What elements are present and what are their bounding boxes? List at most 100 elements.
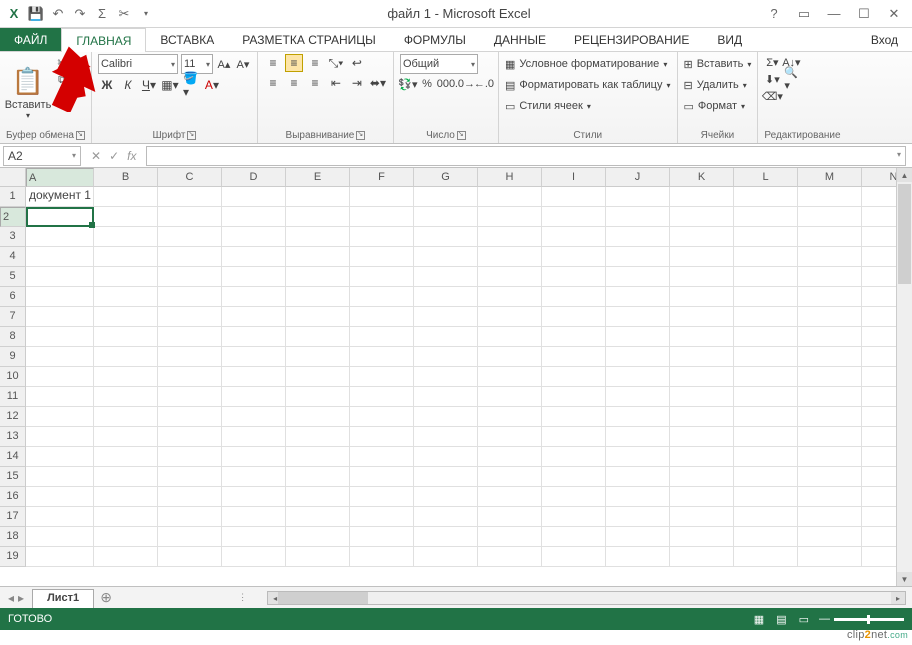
cell[interactable] [542,427,606,447]
cell[interactable] [798,447,862,467]
cell[interactable] [734,367,798,387]
cell[interactable] [158,307,222,327]
column-header[interactable]: E [286,168,350,187]
sign-in-link[interactable]: Вход [857,28,912,51]
cell[interactable] [798,427,862,447]
fx-enter-icon[interactable]: ✓ [109,149,119,163]
cell[interactable] [542,187,606,207]
cell[interactable] [350,447,414,467]
cell[interactable] [350,327,414,347]
conditional-formatting-button[interactable]: ▦Условное форматирование▾ [505,54,671,74]
cell[interactable] [222,267,286,287]
cell[interactable] [670,287,734,307]
underline-button[interactable]: Ч▾ [140,76,158,94]
align-top-icon[interactable]: ≡ [264,54,282,72]
cell[interactable] [606,207,670,227]
cell[interactable] [94,367,158,387]
cell[interactable] [670,387,734,407]
column-header[interactable]: B [94,168,158,187]
cell[interactable] [798,407,862,427]
cell[interactable] [606,507,670,527]
cell[interactable] [670,527,734,547]
cell[interactable] [350,227,414,247]
sheet-nav-next-icon[interactable]: ▸ [18,591,24,605]
tab-home[interactable]: ГЛАВНАЯ [61,28,146,52]
cell[interactable] [94,187,158,207]
row-header[interactable]: 8 [0,327,26,347]
cell[interactable] [26,467,94,487]
formula-input[interactable]: ▾ [146,146,906,166]
cut-icon[interactable]: ✂ [116,6,132,22]
cell[interactable] [222,407,286,427]
column-header[interactable]: C [158,168,222,187]
cell[interactable] [734,227,798,247]
cell[interactable] [670,507,734,527]
cell[interactable] [350,547,414,567]
cell[interactable] [286,547,350,567]
cell[interactable] [478,347,542,367]
cell[interactable] [350,207,414,227]
cell[interactable] [478,547,542,567]
cell[interactable] [734,307,798,327]
decrease-decimal-icon[interactable]: ←.0 [476,76,492,92]
align-left-icon[interactable]: ≡ [264,74,282,92]
cell[interactable] [158,347,222,367]
select-all-corner[interactable] [0,168,26,187]
column-header[interactable]: L [734,168,798,187]
merge-center-icon[interactable]: ⬌▾ [369,74,387,92]
cell[interactable] [798,247,862,267]
column-header[interactable]: J [606,168,670,187]
cell[interactable] [670,427,734,447]
cell[interactable] [286,467,350,487]
cell[interactable] [670,447,734,467]
cell[interactable] [26,307,94,327]
cell[interactable] [542,307,606,327]
align-dialog-icon[interactable] [356,131,365,140]
cell[interactable] [158,387,222,407]
cell[interactable] [542,287,606,307]
cell[interactable] [94,427,158,447]
redo-icon[interactable]: ↷ [72,6,88,22]
autosum-button[interactable]: Σ▾ [764,54,780,70]
column-header[interactable]: H [478,168,542,187]
cell[interactable] [798,467,862,487]
row-header[interactable]: 18 [0,527,26,547]
cell[interactable] [286,447,350,467]
cell[interactable] [350,287,414,307]
column-header[interactable]: I [542,168,606,187]
cell[interactable] [350,267,414,287]
cell[interactable] [94,207,158,227]
cell[interactable] [478,267,542,287]
cell[interactable] [478,187,542,207]
insert-cells-button[interactable]: ⊞Вставить▾ [684,54,752,74]
cell[interactable] [158,227,222,247]
cell[interactable] [286,427,350,447]
cell[interactable] [542,227,606,247]
cell[interactable] [606,527,670,547]
maximize-icon[interactable]: ☐ [854,4,874,24]
cell[interactable] [158,187,222,207]
cell[interactable] [606,367,670,387]
cell[interactable] [94,307,158,327]
cell[interactable] [798,187,862,207]
cell[interactable] [734,467,798,487]
undo-icon[interactable]: ↶ [50,6,66,22]
cell[interactable] [94,347,158,367]
orientation-icon[interactable]: ⤡▾ [327,54,345,72]
qat-customize-icon[interactable]: ▾ [138,6,154,22]
cell[interactable] [670,187,734,207]
cell[interactable] [94,547,158,567]
cell[interactable] [26,367,94,387]
cell[interactable] [158,327,222,347]
cell[interactable] [222,467,286,487]
column-header[interactable]: A [26,168,94,187]
font-name-select[interactable]: Calibri▾ [98,54,178,74]
cell[interactable] [222,207,286,227]
cell[interactable] [606,427,670,447]
cell[interactable] [286,487,350,507]
zoom-slider[interactable] [834,618,904,621]
cell[interactable] [798,267,862,287]
row-header[interactable]: 3 [0,227,26,247]
cell[interactable] [734,447,798,467]
cell[interactable] [414,387,478,407]
